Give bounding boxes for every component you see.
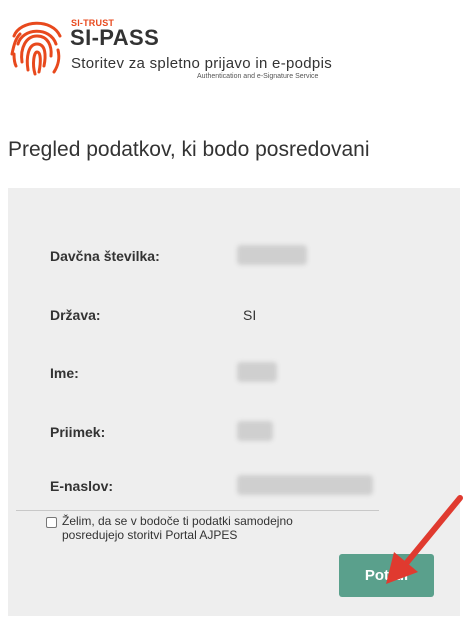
field-row-email: E-naslov: (8, 471, 460, 501)
confirm-button[interactable]: Potrdi (339, 554, 434, 597)
consent-label[interactable]: Želim, da se v bodoče ti podatki samodej… (62, 514, 332, 542)
field-label: Priimek: (50, 424, 106, 440)
redacted-value (237, 362, 277, 382)
field-row-last-name: Priimek: (8, 417, 460, 447)
brand-subtitle: Storitev za spletno prijavo in e-podpis (71, 55, 333, 72)
consent-checkbox[interactable] (46, 517, 57, 528)
field-row-country: Država: SI (8, 300, 460, 330)
redacted-value (237, 421, 273, 441)
data-panel: Davčna številka: Država: SI Ime: Priimek… (8, 188, 460, 616)
brand-subtitle-en: Authentication and e-Signature Service (197, 73, 319, 80)
page-title: Pregled podatkov, ki bodo posredovani (8, 138, 370, 161)
field-value: SI (243, 307, 257, 323)
field-label: E-naslov: (50, 478, 114, 494)
fingerprint-icon (10, 21, 62, 76)
field-label: Ime: (50, 365, 79, 381)
brand-title: SI-PASS (70, 25, 160, 50)
redacted-value (237, 245, 307, 265)
field-row-tax-number: Davčna številka: (8, 241, 460, 271)
redacted-value (237, 475, 373, 495)
field-label: Davčna številka: (50, 248, 160, 264)
field-label: Država: (50, 307, 101, 323)
field-row-first-name: Ime: (8, 358, 460, 388)
divider (16, 510, 379, 511)
